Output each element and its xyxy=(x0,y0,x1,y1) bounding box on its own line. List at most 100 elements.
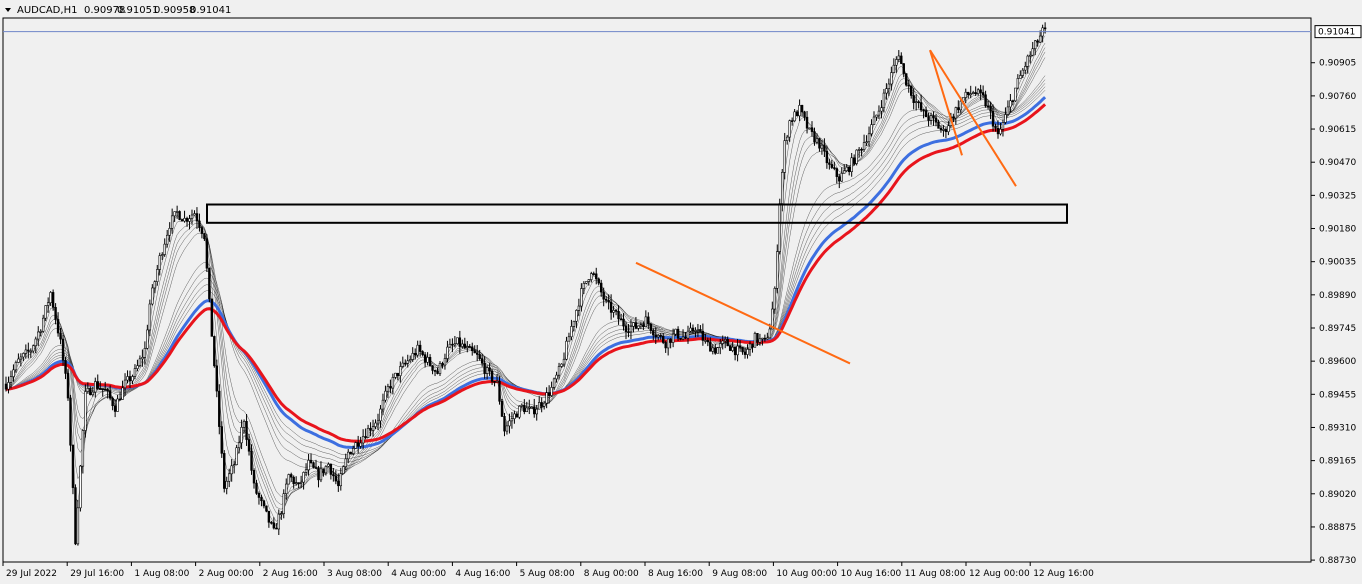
candle-body xyxy=(857,149,861,151)
candle-body xyxy=(141,357,144,360)
candle-body xyxy=(1011,100,1015,103)
candle[interactable] xyxy=(530,406,533,409)
candle-body xyxy=(270,521,273,524)
candle-body xyxy=(250,450,253,471)
candle-body xyxy=(34,338,37,347)
candle-body xyxy=(552,378,556,388)
x-tick-label: 8 Aug 16:00 xyxy=(648,569,703,579)
candle-body xyxy=(813,131,816,143)
candle-body xyxy=(458,337,462,347)
candle-body xyxy=(163,243,166,255)
candle[interactable] xyxy=(354,441,357,449)
candle-body xyxy=(111,397,114,407)
candle-body xyxy=(818,138,821,149)
candle[interactable] xyxy=(223,450,226,493)
candle-body xyxy=(778,203,781,252)
candle-body xyxy=(339,473,342,487)
candle[interactable] xyxy=(456,337,459,345)
candle-body xyxy=(423,354,427,363)
candle-body xyxy=(704,340,707,342)
candle-body xyxy=(7,382,10,390)
y-tick-label: 0.89310 xyxy=(1319,423,1356,433)
candle-body xyxy=(1014,87,1017,102)
candle[interactable] xyxy=(74,484,77,546)
candle[interactable] xyxy=(716,346,719,354)
candle-body xyxy=(265,505,268,512)
candle-body xyxy=(332,474,335,477)
candle-body xyxy=(743,351,747,355)
candle-body xyxy=(96,381,99,389)
candle[interactable] xyxy=(438,361,442,377)
candle-body xyxy=(852,157,856,164)
plot-area[interactable] xyxy=(2,17,1312,563)
candle-body xyxy=(666,338,670,349)
candle[interactable] xyxy=(855,149,858,166)
candle-body xyxy=(751,343,754,348)
candle[interactable] xyxy=(776,244,779,294)
candle[interactable] xyxy=(69,394,72,452)
candle-body xyxy=(351,448,355,454)
candle[interactable] xyxy=(349,451,352,455)
candle-body xyxy=(37,331,40,340)
candle[interactable] xyxy=(218,384,221,435)
candle[interactable] xyxy=(1014,87,1017,102)
y-tick-label: 0.90615 xyxy=(1319,125,1356,135)
candle-body xyxy=(1026,55,1029,67)
candle[interactable] xyxy=(220,421,223,458)
candle[interactable] xyxy=(287,473,290,485)
candle-body xyxy=(441,363,444,366)
candle[interactable] xyxy=(808,127,811,130)
candle-body xyxy=(500,400,504,417)
candle[interactable] xyxy=(84,384,87,438)
candle-body xyxy=(847,166,851,173)
x-tick-label: 4 Aug 00:00 xyxy=(391,569,446,579)
y-tick-label: 0.90905 xyxy=(1319,59,1356,69)
candle-body xyxy=(369,427,372,431)
candle-body xyxy=(580,288,583,307)
candle-body xyxy=(890,72,893,85)
candle-body xyxy=(218,390,221,427)
candle[interactable] xyxy=(213,335,216,368)
candle[interactable] xyxy=(235,444,238,466)
candle-body xyxy=(275,527,278,530)
candle-body xyxy=(428,356,432,366)
candle[interactable] xyxy=(79,464,82,512)
chart-svg[interactable]: 0.90905 0.90760 0.90615 0.90470 0.90325 0.901… xyxy=(0,0,1362,584)
candle[interactable] xyxy=(265,505,268,513)
candle-body xyxy=(347,451,350,460)
candle-body xyxy=(74,487,77,545)
candle-body xyxy=(19,356,23,360)
candle-body xyxy=(183,217,186,222)
candle[interactable] xyxy=(728,345,732,351)
candle[interactable] xyxy=(905,73,908,87)
candle-body xyxy=(302,472,305,483)
candle-body xyxy=(957,107,960,111)
candle[interactable] xyxy=(342,465,345,475)
candle-body xyxy=(629,326,633,333)
candle-body xyxy=(399,366,402,377)
candle-body xyxy=(94,381,97,393)
candle[interactable] xyxy=(312,461,315,469)
candle-body xyxy=(728,345,732,351)
candle[interactable] xyxy=(778,198,781,255)
candle[interactable] xyxy=(51,289,55,311)
candle-body xyxy=(577,305,581,311)
current-price-label[interactable]: 0.91041 xyxy=(1314,25,1362,39)
candle-body xyxy=(1021,69,1025,76)
candle-body xyxy=(800,105,804,113)
candle[interactable] xyxy=(753,331,757,348)
candle[interactable] xyxy=(518,405,521,420)
candle-body xyxy=(245,421,248,440)
candle-body xyxy=(758,338,762,343)
candle-body xyxy=(463,343,466,348)
candle[interactable] xyxy=(71,444,75,495)
candle-body xyxy=(138,358,142,366)
candle[interactable] xyxy=(500,398,504,417)
candle[interactable] xyxy=(210,298,214,337)
candle[interactable] xyxy=(66,368,70,401)
candle-body xyxy=(475,352,479,355)
y-tick-label: 0.88730 xyxy=(1319,556,1356,566)
candle[interactable] xyxy=(205,234,209,273)
candle[interactable] xyxy=(178,210,181,221)
candle[interactable] xyxy=(208,267,211,303)
